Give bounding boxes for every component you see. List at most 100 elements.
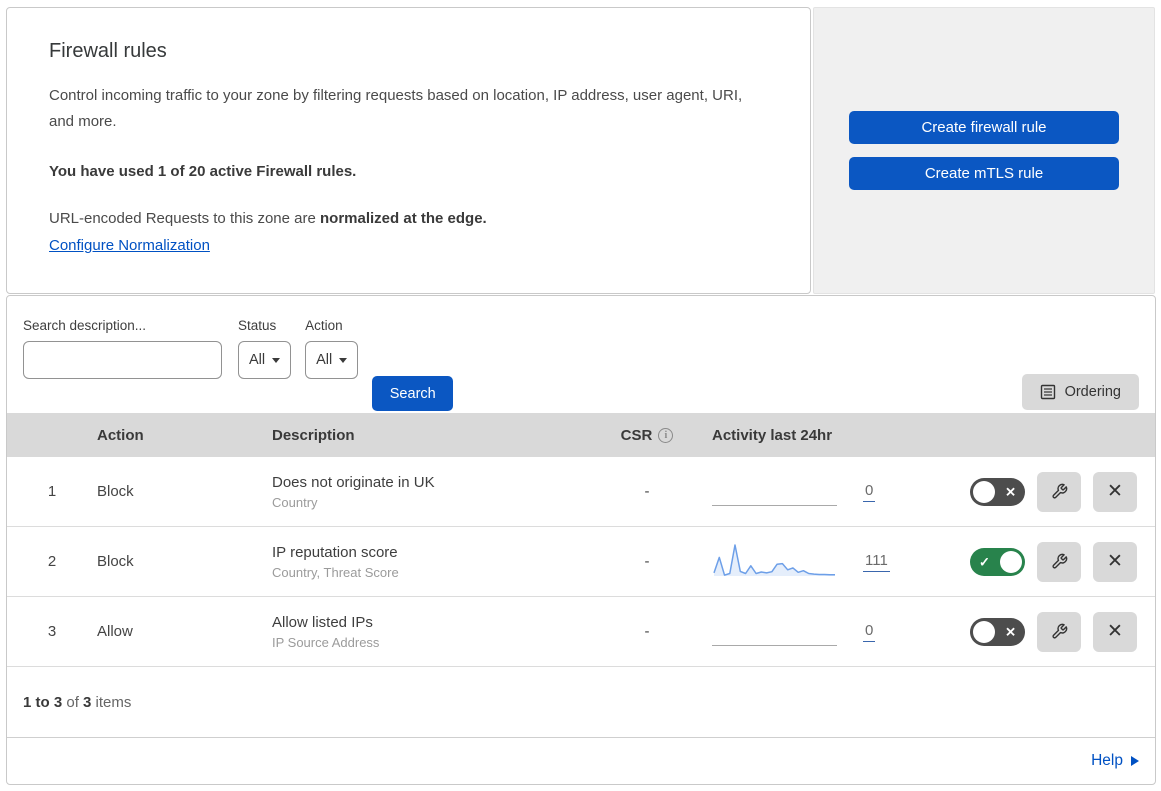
- toggle-x-icon: ✕: [1005, 484, 1016, 499]
- rule-enabled-toggle[interactable]: ✕: [970, 617, 1025, 646]
- table-header: Action Description CSR i Activity last 2…: [7, 413, 1155, 457]
- table-row: 3 Allow Allow listed IPs IP Source Addre…: [7, 597, 1155, 667]
- delete-rule-button[interactable]: ✕: [1093, 471, 1137, 512]
- ordering-button[interactable]: Ordering: [1021, 374, 1139, 410]
- action-dropdown-value: All: [316, 352, 333, 368]
- rule-csr: -: [644, 553, 650, 570]
- delete-rule-button[interactable]: ✕: [1093, 541, 1137, 582]
- firewall-intro-card: Firewall rules Control incoming traffic …: [6, 7, 811, 294]
- create-mtls-rule-button[interactable]: Create mTLS rule: [849, 157, 1119, 190]
- rule-description-cell: IP reputation score Country, Threat Scor…: [272, 544, 597, 580]
- rule-csr: -: [644, 623, 650, 640]
- activity-sparkline-flat: [712, 612, 837, 652]
- rule-controls: ✕ ✕: [922, 611, 1155, 652]
- ordering-button-label: Ordering: [1064, 384, 1121, 400]
- items-text: items: [91, 693, 132, 711]
- rule-enabled-toggle[interactable]: ✓: [970, 547, 1025, 576]
- close-icon: ✕: [1107, 621, 1123, 642]
- rule-activity-cell: 0: [697, 612, 922, 652]
- search-input[interactable]: [42, 352, 223, 368]
- toggle-x-icon: ✕: [1005, 624, 1016, 639]
- help-row: Help: [7, 737, 1155, 784]
- pagination-summary: 1 to 3 of 3 items: [7, 667, 1155, 737]
- column-header-action: Action: [97, 426, 144, 444]
- action-filter-group: Action All: [305, 318, 359, 379]
- rule-activity-cell: 111: [697, 542, 922, 582]
- info-icon[interactable]: i: [658, 427, 674, 443]
- toggle-knob: [973, 620, 995, 643]
- rule-priority: 1: [47, 483, 57, 500]
- toggle-knob: [973, 480, 995, 503]
- activity-count-link[interactable]: 0: [863, 622, 876, 642]
- table-row: 2 Block IP reputation score Country, Thr…: [7, 527, 1155, 597]
- sparkline-svg: [713, 543, 835, 576]
- normalization-bold-text: normalized at the edge.: [320, 210, 487, 227]
- rule-action: Block: [97, 553, 134, 570]
- usage-note: You have used 1 of 20 active Firewall ru…: [49, 163, 357, 180]
- filter-bar: Search description... Status All Action …: [7, 296, 1155, 413]
- ordering-list-icon: [1040, 384, 1055, 400]
- create-firewall-rule-button[interactable]: Create firewall rule: [849, 111, 1119, 144]
- rule-action: Block: [97, 483, 134, 500]
- csr-header-label: CSR: [620, 426, 653, 444]
- rule-action: Allow: [97, 623, 133, 640]
- top-section: Firewall rules Control incoming traffic …: [6, 7, 1155, 294]
- action-dropdown[interactable]: All: [305, 341, 359, 379]
- help-link[interactable]: Help: [1091, 752, 1123, 770]
- rule-csr: -: [644, 483, 650, 500]
- actions-panel: Create firewall rule Create mTLS rule: [813, 7, 1155, 294]
- toggle-knob: [1000, 550, 1022, 573]
- activity-sparkline-flat: [712, 472, 837, 512]
- edit-rule-button[interactable]: [1037, 541, 1081, 582]
- rule-controls: ✕ ✕: [922, 471, 1155, 512]
- rule-fields: Country, Threat Score: [272, 564, 399, 580]
- table-row: 1 Block Does not originate in UK Country…: [7, 457, 1155, 527]
- rule-enabled-toggle[interactable]: ✕: [970, 477, 1025, 506]
- status-dropdown[interactable]: All: [238, 341, 292, 379]
- arrow-right-icon: [1131, 756, 1139, 766]
- rule-description-cell: Does not originate in UK Country: [272, 474, 597, 510]
- search-box[interactable]: [23, 341, 223, 379]
- search-label: Search description...: [23, 318, 147, 333]
- search-button[interactable]: Search: [372, 376, 454, 411]
- firewall-rules-card: Search description... Status All Action …: [6, 295, 1156, 785]
- rule-fields: IP Source Address: [272, 634, 380, 650]
- edit-rule-button[interactable]: [1037, 611, 1081, 652]
- of-text: of: [62, 693, 84, 711]
- column-header-activity: Activity last 24hr: [712, 426, 833, 444]
- column-header-description: Description: [272, 426, 355, 444]
- rule-priority: 3: [47, 623, 57, 640]
- wrench-icon: [1051, 483, 1067, 499]
- activity-sparkline-chart: [712, 542, 837, 582]
- rule-fields: Country: [272, 494, 318, 510]
- rule-controls: ✓ ✕: [922, 541, 1155, 582]
- activity-count-link[interactable]: 111: [863, 552, 890, 572]
- configure-normalization-link[interactable]: Configure Normalization: [49, 237, 210, 254]
- chevron-down-icon: [339, 357, 348, 363]
- wrench-icon: [1051, 553, 1067, 569]
- close-icon: ✕: [1107, 551, 1123, 572]
- chevron-down-icon: [272, 357, 281, 363]
- rule-priority: 2: [47, 553, 57, 570]
- rule-description-cell: Allow listed IPs IP Source Address: [272, 614, 597, 650]
- action-label: Action: [305, 318, 343, 333]
- status-filter-group: Status All: [238, 318, 292, 379]
- status-dropdown-value: All: [249, 352, 266, 368]
- page-title: Firewall rules: [49, 40, 167, 62]
- rule-description: Does not originate in UK: [272, 473, 435, 491]
- toggle-check-icon: ✓: [979, 554, 990, 569]
- status-label: Status: [238, 318, 277, 333]
- edit-rule-button[interactable]: [1037, 471, 1081, 512]
- delete-rule-button[interactable]: ✕: [1093, 611, 1137, 652]
- close-icon: ✕: [1107, 481, 1123, 502]
- rule-activity-cell: 0: [697, 472, 922, 512]
- normalization-note: URL-encoded Requests to this zone are no…: [49, 210, 768, 227]
- column-header-csr: CSR i: [597, 427, 697, 444]
- rule-description: Allow listed IPs: [272, 613, 373, 631]
- rule-description: IP reputation score: [272, 543, 398, 561]
- activity-count-link[interactable]: 0: [863, 482, 876, 502]
- search-group: Search description...: [23, 318, 223, 379]
- page-description: Control incoming traffic to your zone by…: [49, 87, 743, 130]
- range-text: 1 to 3: [23, 693, 63, 711]
- wrench-icon: [1051, 623, 1067, 639]
